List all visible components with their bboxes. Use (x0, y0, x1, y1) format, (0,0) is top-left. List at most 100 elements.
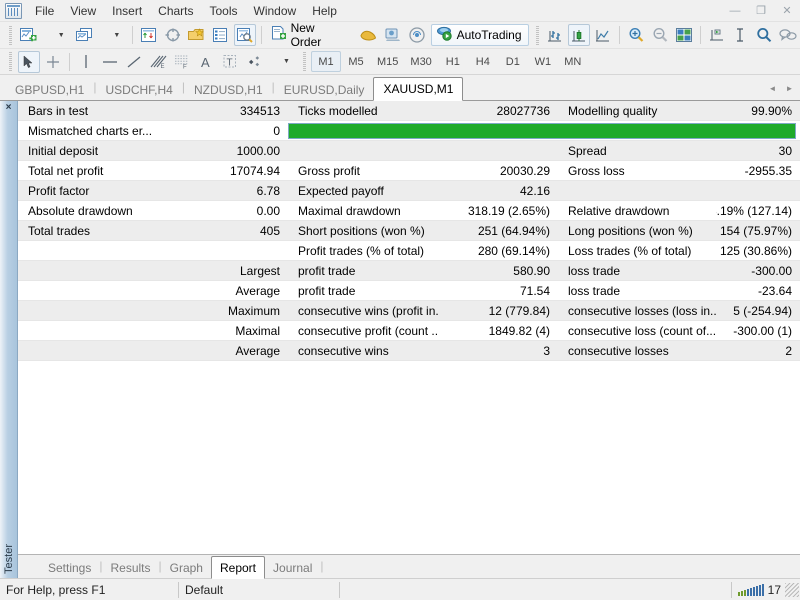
chart-tab-gbpusd-h1[interactable]: GBPUSD,H1 (6, 79, 93, 100)
timeframe-mn[interactable]: MN (558, 51, 588, 72)
table-row[interactable]: Average profit trade 71.54 loss trade -23.64 (18, 281, 800, 301)
table-row[interactable]: Mismatched charts er... 0 (18, 121, 800, 141)
expert-advisors-icon[interactable] (382, 24, 404, 46)
table-row[interactable]: Bars in test 334513 Ticks modelled 28027736… (18, 101, 800, 121)
signals-icon[interactable] (406, 24, 428, 46)
menu-tools[interactable]: Tools (202, 1, 246, 21)
zoom-in-icon[interactable] (625, 24, 647, 46)
chart-tab-xauusd-m1[interactable]: XAUUSD,M1 (373, 77, 464, 101)
horizontal-line-icon[interactable] (99, 51, 121, 73)
new-order-button[interactable]: New Order (268, 21, 355, 49)
new-chart-icon[interactable] (18, 24, 40, 46)
chart-tab-eurusd-daily[interactable]: EURUSD,Daily (275, 79, 374, 100)
report-value: -2955.35 (744, 163, 792, 178)
navigator-icon[interactable] (186, 24, 208, 46)
text-box-icon[interactable]: T (219, 51, 241, 73)
table-row[interactable]: Absolute drawdown 0.00 Maximal drawdown 318… (18, 201, 800, 221)
metaeditor-icon[interactable] (358, 24, 380, 46)
vertical-line-icon[interactable] (75, 51, 97, 73)
chart-shift-icon[interactable] (730, 24, 752, 46)
strategy-tester-icon[interactable] (233, 24, 256, 46)
tab-journal[interactable]: Journal (265, 558, 320, 578)
report-label: Gross profit (298, 163, 361, 178)
toolbar-grip-2[interactable] (533, 25, 541, 45)
report-value: -23.64 (757, 283, 792, 298)
window-controls: — ❐ ✕ (722, 0, 800, 21)
shapes-caret-icon[interactable]: ▼ (267, 51, 297, 73)
candlestick-chart-icon[interactable] (568, 24, 591, 46)
table-row[interactable]: Profit factor 6.78 Expected payoff 42.16 (18, 181, 800, 201)
resize-grip-icon[interactable] (785, 582, 799, 597)
table-row[interactable]: Total trades 405 Short positions (won %) 25… (18, 221, 800, 241)
report-value: Average (235, 283, 280, 298)
trendline-icon[interactable] (123, 51, 145, 73)
crosshair-icon[interactable] (42, 51, 64, 73)
table-row[interactable]: Maximal consecutive profit (count ... 1849… (18, 321, 800, 341)
timeframe-m30[interactable]: M30 (404, 51, 437, 72)
menu-view[interactable]: View (62, 1, 104, 21)
tab-graph[interactable]: Graph (162, 558, 211, 578)
timeframe-h4[interactable]: H4 (468, 51, 498, 72)
market-watch-icon[interactable] (138, 24, 160, 46)
indicators-icon[interactable] (753, 24, 775, 46)
profiles-dropdown-caret-icon[interactable]: ▼ (97, 24, 127, 46)
close-button[interactable]: ✕ (774, 0, 800, 21)
table-row[interactable]: Initial deposit 1000.00 Spread 30 (18, 141, 800, 161)
report-label (18, 321, 158, 341)
data-window-icon[interactable] (162, 24, 184, 46)
timeframe-h1[interactable]: H1 (438, 51, 468, 72)
timeframe-m5[interactable]: M5 (341, 51, 371, 72)
table-row[interactable]: Profit trades (% of total) 280 (69.14%) Lo… (18, 241, 800, 261)
menu-charts[interactable]: Charts (150, 1, 201, 21)
chart-tab-nzdusd-h1[interactable]: NZDUSD,H1 (185, 79, 272, 100)
report-label (288, 141, 438, 161)
comments-icon[interactable] (777, 24, 799, 46)
report-value: 17074.94 (229, 163, 280, 178)
toolbar-grip[interactable] (7, 25, 14, 45)
table-row[interactable]: Largest profit trade 580.90 loss trade -300.… (18, 261, 800, 281)
auto-scroll-icon[interactable] (706, 24, 728, 46)
bar-chart-icon[interactable] (544, 24, 566, 46)
timeframe-d1[interactable]: D1 (498, 51, 528, 72)
tester-close-icon[interactable]: × (2, 103, 16, 113)
autotrading-button[interactable]: AutoTrading (430, 24, 529, 46)
timeframe-grip[interactable] (301, 52, 308, 71)
timeframe-m15[interactable]: M15 (371, 51, 404, 72)
terminal-icon[interactable] (210, 24, 232, 46)
report-label: consecutive losses (568, 343, 669, 358)
status-profile[interactable]: Default (179, 579, 339, 600)
tab-results[interactable]: Results (102, 558, 158, 578)
line-chart-icon[interactable] (592, 24, 614, 46)
status-network[interactable]: 17 (732, 579, 785, 600)
shapes-icon[interactable] (243, 51, 265, 73)
chart-tab-usdchf-h4[interactable]: USDCHF,H4 (96, 79, 181, 100)
timeframe-m1[interactable]: M1 (311, 51, 341, 72)
maximize-button[interactable]: ❐ (748, 0, 774, 21)
line-toolbar-grip[interactable] (7, 52, 14, 71)
menu-file[interactable]: File (27, 1, 62, 21)
timeframe-w1[interactable]: W1 (528, 51, 558, 72)
menu-window[interactable]: Window (246, 1, 305, 21)
chart-grid-icon[interactable] (673, 24, 695, 46)
autotrading-icon (436, 26, 453, 44)
chart-dropdown-caret-icon[interactable]: ▼ (42, 24, 72, 46)
report-label (18, 261, 158, 281)
tab-settings[interactable]: Settings (40, 558, 99, 578)
profiles-icon[interactable] (74, 24, 96, 46)
text-label-icon[interactable]: A (195, 51, 217, 73)
table-row[interactable]: Maximum consecutive wins (profit in... 12 … (18, 301, 800, 321)
chart-tab-next-button[interactable]: ► (781, 79, 798, 98)
svg-text:F: F (183, 65, 187, 70)
minimize-button[interactable]: — (722, 0, 748, 21)
equidistant-channel-icon[interactable]: E (147, 51, 169, 73)
chart-tab-prev-button[interactable]: ◄ (764, 79, 781, 98)
menu-help[interactable]: Help (304, 1, 345, 21)
fibonacci-retracement-icon[interactable]: F (171, 51, 193, 73)
menu-insert[interactable]: Insert (104, 1, 150, 21)
tab-report[interactable]: Report (210, 556, 266, 579)
report-label: Modelling quality (568, 103, 658, 118)
table-row[interactable]: Total net profit 17074.94 Gross profit 2003… (18, 161, 800, 181)
cursor-icon[interactable] (18, 50, 40, 73)
zoom-out-icon[interactable] (649, 24, 671, 46)
table-row[interactable]: Average consecutive wins 3 consecutive loss… (18, 341, 800, 361)
